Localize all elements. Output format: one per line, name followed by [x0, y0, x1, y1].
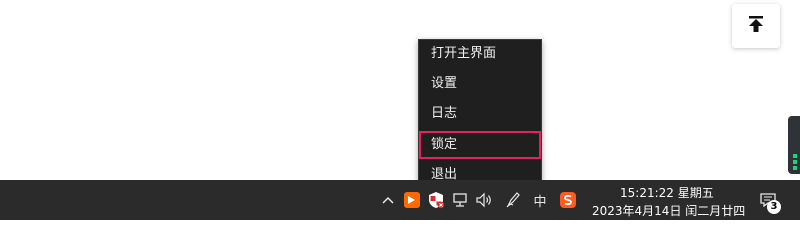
show-hidden-icons-chevron-icon[interactable] — [378, 190, 398, 210]
arrow-to-top-icon — [747, 15, 765, 37]
clock-date: 2023年4月14日 闰二月廿四 — [592, 204, 746, 218]
sogou-input-icon[interactable] — [558, 190, 578, 210]
taskbar-clock[interactable]: 15:21:22 星期五 2023年4月14日 闰二月廿四 — [586, 182, 746, 218]
widget-level-bar — [793, 154, 797, 158]
tray-context-menu: 打开主界面 设置 日志 锁定 退出 — [418, 39, 542, 189]
menu-item-settings[interactable]: 设置 — [419, 70, 541, 98]
clock-time: 15:21:22 星期五 — [620, 186, 714, 200]
menu-item-lock[interactable]: 锁定 — [419, 131, 541, 159]
menu-item-log[interactable]: 日志 — [419, 100, 541, 128]
app-tray-icon[interactable] — [402, 190, 422, 210]
side-widget[interactable] — [788, 116, 800, 174]
widget-level-bar — [793, 160, 797, 164]
widget-level-bar — [793, 166, 797, 170]
input-method-indicator[interactable]: 中 — [530, 190, 550, 210]
pen-input-icon[interactable] — [503, 190, 523, 210]
page-canvas — [0, 0, 800, 180]
scroll-to-top-button[interactable] — [732, 4, 780, 48]
security-shield-icon[interactable] — [426, 190, 446, 210]
menu-item-open-main[interactable]: 打开主界面 — [419, 40, 541, 68]
volume-icon[interactable] — [474, 190, 494, 210]
notification-count-badge: 3 — [767, 200, 781, 214]
network-icon[interactable] — [451, 190, 471, 210]
